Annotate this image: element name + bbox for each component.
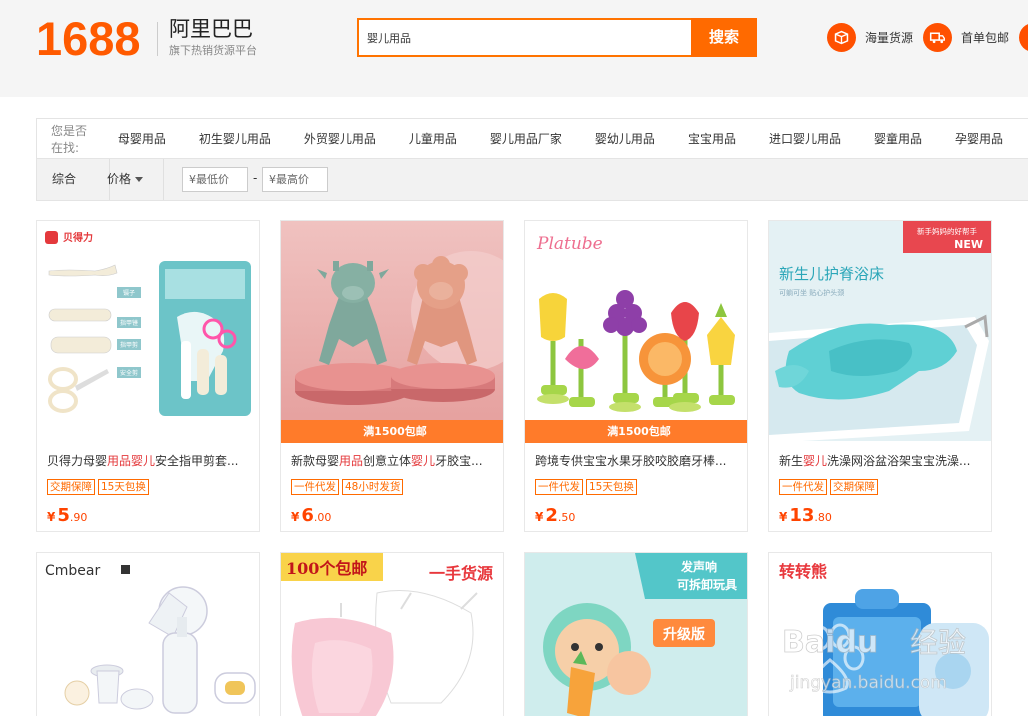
badge-new: NEW: [954, 238, 983, 251]
logo-name[interactable]: 阿里巴巴: [169, 16, 253, 42]
service-tags: 一件代发 15天包换: [535, 479, 640, 495]
suggest-item[interactable]: 进口婴儿用品: [769, 130, 841, 147]
service-tag: 一件代发: [535, 479, 583, 495]
sort-tab-comprehensive[interactable]: 综合: [52, 159, 76, 200]
watermark-text: Baidu: [782, 625, 878, 660]
suggest-item[interactable]: 孕婴用品: [955, 130, 1003, 147]
product-price: ¥13.80: [779, 505, 832, 526]
suggest-item[interactable]: 儿童用品: [409, 130, 457, 147]
promo-banner: 满1500包邮: [281, 420, 503, 443]
baidu-watermark: Baidu 经验 jingyan.baidu.com: [780, 612, 1020, 702]
header: 1688 阿里巴巴 旗下热销货源平台 搜索 海量货源 首单包邮: [0, 0, 1028, 97]
product-card[interactable]: Platube 满1500包邮 跨境专供宝宝水果牙胶咬胶磨牙棒... 一件代发 …: [524, 220, 748, 532]
divider: [163, 159, 164, 200]
product-card[interactable]: 满1500包邮 新款母婴用品创意立体婴儿牙胶宝... 一件代发 48小时发货 ¥…: [280, 220, 504, 532]
promo-text: 发声响: [680, 559, 717, 574]
logo-subtitle: 旗下热销货源平台: [169, 44, 257, 57]
search-button[interactable]: 搜索: [691, 18, 757, 57]
sort-price-label: 价格: [107, 172, 132, 186]
sort-tab-price[interactable]: 价格: [107, 159, 144, 200]
suggest-item[interactable]: 初生婴儿用品: [199, 130, 271, 147]
brand-logo: Platube: [536, 234, 603, 254]
product-image[interactable]: 发声响 可拆卸玩具 升级版: [525, 553, 747, 716]
product-price: ¥6.00: [291, 505, 332, 526]
promo-text: 可拆卸玩具: [677, 577, 737, 592]
service-tag: 一件代发: [291, 479, 339, 495]
service-tag: 交期保障: [830, 479, 878, 495]
product-title[interactable]: 新生婴儿洗澡网浴盆浴架宝宝洗澡...: [779, 453, 983, 469]
promo-banner: 满1500包邮: [525, 420, 747, 443]
massive-supply-label: 海量货源: [865, 30, 914, 45]
product-card[interactable]: Cmbear: [36, 552, 260, 716]
product-image[interactable]: 贝得力 镊子 指甲锉 指甲剪 安全剪: [37, 221, 259, 441]
related-searches-label: 您是否在找:: [51, 123, 88, 155]
suggest-item[interactable]: 婴幼儿用品: [595, 130, 655, 147]
caret-down-icon: [135, 177, 144, 182]
image-headline: 新生儿护脊浴床: [779, 265, 884, 283]
header-more-link[interactable]: [1019, 22, 1028, 52]
product-image[interactable]: Cmbear: [37, 553, 259, 716]
product-image[interactable]: Platube: [525, 221, 747, 441]
product-price: ¥5.90: [47, 505, 88, 526]
max-price-input[interactable]: ¥最高价: [262, 167, 328, 192]
search-input[interactable]: [367, 20, 687, 55]
product-image[interactable]: 100个包邮 一手货源: [281, 553, 503, 716]
image-subtitle: 可躺可坐 贴心护头颈: [779, 288, 844, 297]
product-price: ¥2.50: [535, 505, 576, 526]
suggest-item[interactable]: 母婴用品: [118, 130, 166, 147]
brand-logo: 贝得力: [63, 231, 93, 244]
product-card[interactable]: 100个包邮 一手货源: [280, 552, 504, 716]
box-icon: [827, 22, 856, 52]
product-card[interactable]: 贝得力 镊子 指甲锉 指甲剪 安全剪 贝得力母婴用品婴儿安全指甲剪套... 交期…: [36, 220, 260, 532]
watermark-text: 经验: [910, 626, 966, 659]
search-box: [357, 18, 693, 57]
product-title[interactable]: 新款母婴用品创意立体婴儿牙胶宝...: [291, 453, 495, 469]
truck-icon: [923, 22, 952, 52]
logo-divider: [157, 22, 158, 56]
product-card[interactable]: 发声响 可拆卸玩具 升级版: [524, 552, 748, 716]
svg-text:指甲剪: 指甲剪: [120, 341, 138, 349]
product-card[interactable]: 新手妈妈的好帮手 NEW 新生儿护脊浴床 可躺可坐 贴心护头颈 新生婴儿洗澡网浴…: [768, 220, 992, 532]
service-tag: 15天包换: [98, 479, 149, 495]
promo-text: 一手货源: [429, 564, 493, 583]
suggest-item[interactable]: 宝宝用品: [688, 130, 736, 147]
related-searches-bar: 您是否在找: 母婴用品 初生婴儿用品 外贸婴儿用品 儿童用品 婴儿用品厂家 婴幼…: [36, 118, 1028, 159]
first-order-free-shipping-label: 首单包邮: [961, 30, 1010, 45]
service-tags: 一件代发 交期保障: [779, 479, 881, 495]
more-icon: [1019, 22, 1028, 52]
sort-filter-bar: 综合 价格 ¥最低价 - ¥最高价: [36, 159, 1028, 201]
watermark-url: jingyan.baidu.com: [789, 673, 947, 693]
service-tag: 交期保障: [47, 479, 95, 495]
logo-number[interactable]: 1688: [36, 14, 141, 64]
promo-text: 100个包邮: [286, 559, 367, 578]
min-price-input[interactable]: ¥最低价: [182, 167, 248, 192]
first-order-free-shipping-link[interactable]: 首单包邮: [923, 22, 1009, 52]
svg-text:镊子: 镊子: [123, 289, 135, 297]
product-image[interactable]: 新手妈妈的好帮手 NEW 新生儿护脊浴床 可躺可坐 贴心护头颈: [769, 221, 991, 441]
suggest-item[interactable]: 婴儿用品厂家: [490, 130, 562, 147]
brand-logo: Cmbear: [45, 563, 100, 579]
svg-text:指甲锉: 指甲锉: [120, 319, 138, 327]
price-range-dash: -: [253, 171, 258, 185]
badge-top: 新手妈妈的好帮手: [917, 226, 977, 236]
brand-logo: 转转熊: [779, 562, 827, 581]
service-tag: 一件代发: [779, 479, 827, 495]
product-image[interactable]: [281, 221, 503, 441]
product-title[interactable]: 贝得力母婴用品婴儿安全指甲剪套...: [47, 453, 251, 469]
massive-supply-link[interactable]: 海量货源: [827, 22, 913, 52]
service-tag: 48小时发货: [342, 479, 404, 495]
suggest-item[interactable]: 外贸婴儿用品: [304, 130, 376, 147]
service-tag: 15天包换: [586, 479, 637, 495]
service-tags: 交期保障 15天包换: [47, 479, 152, 495]
service-tags: 一件代发 48小时发货: [291, 479, 406, 495]
product-title[interactable]: 跨境专供宝宝水果牙胶咬胶磨牙棒...: [535, 453, 739, 469]
upgrade-badge: 升级版: [663, 626, 705, 643]
svg-text:安全剪: 安全剪: [120, 369, 138, 377]
suggest-item[interactable]: 婴童用品: [874, 130, 922, 147]
